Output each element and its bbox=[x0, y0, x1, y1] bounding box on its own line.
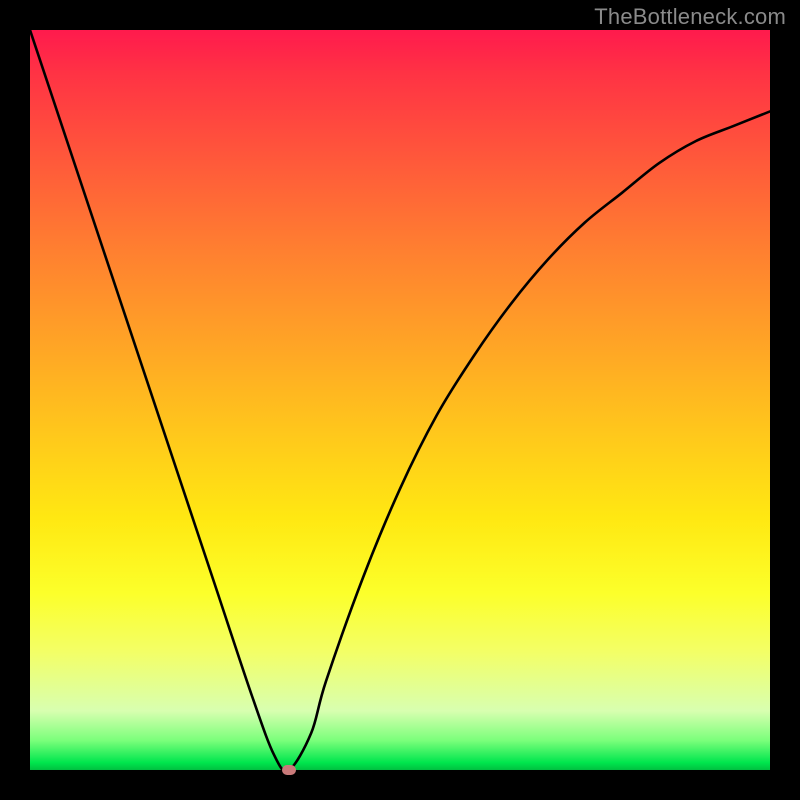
chart-outer-frame: TheBottleneck.com bbox=[0, 0, 800, 800]
watermark-text: TheBottleneck.com bbox=[594, 4, 786, 30]
plot-area bbox=[30, 30, 770, 770]
optimal-point-marker bbox=[282, 765, 296, 775]
bottleneck-curve bbox=[30, 30, 770, 770]
